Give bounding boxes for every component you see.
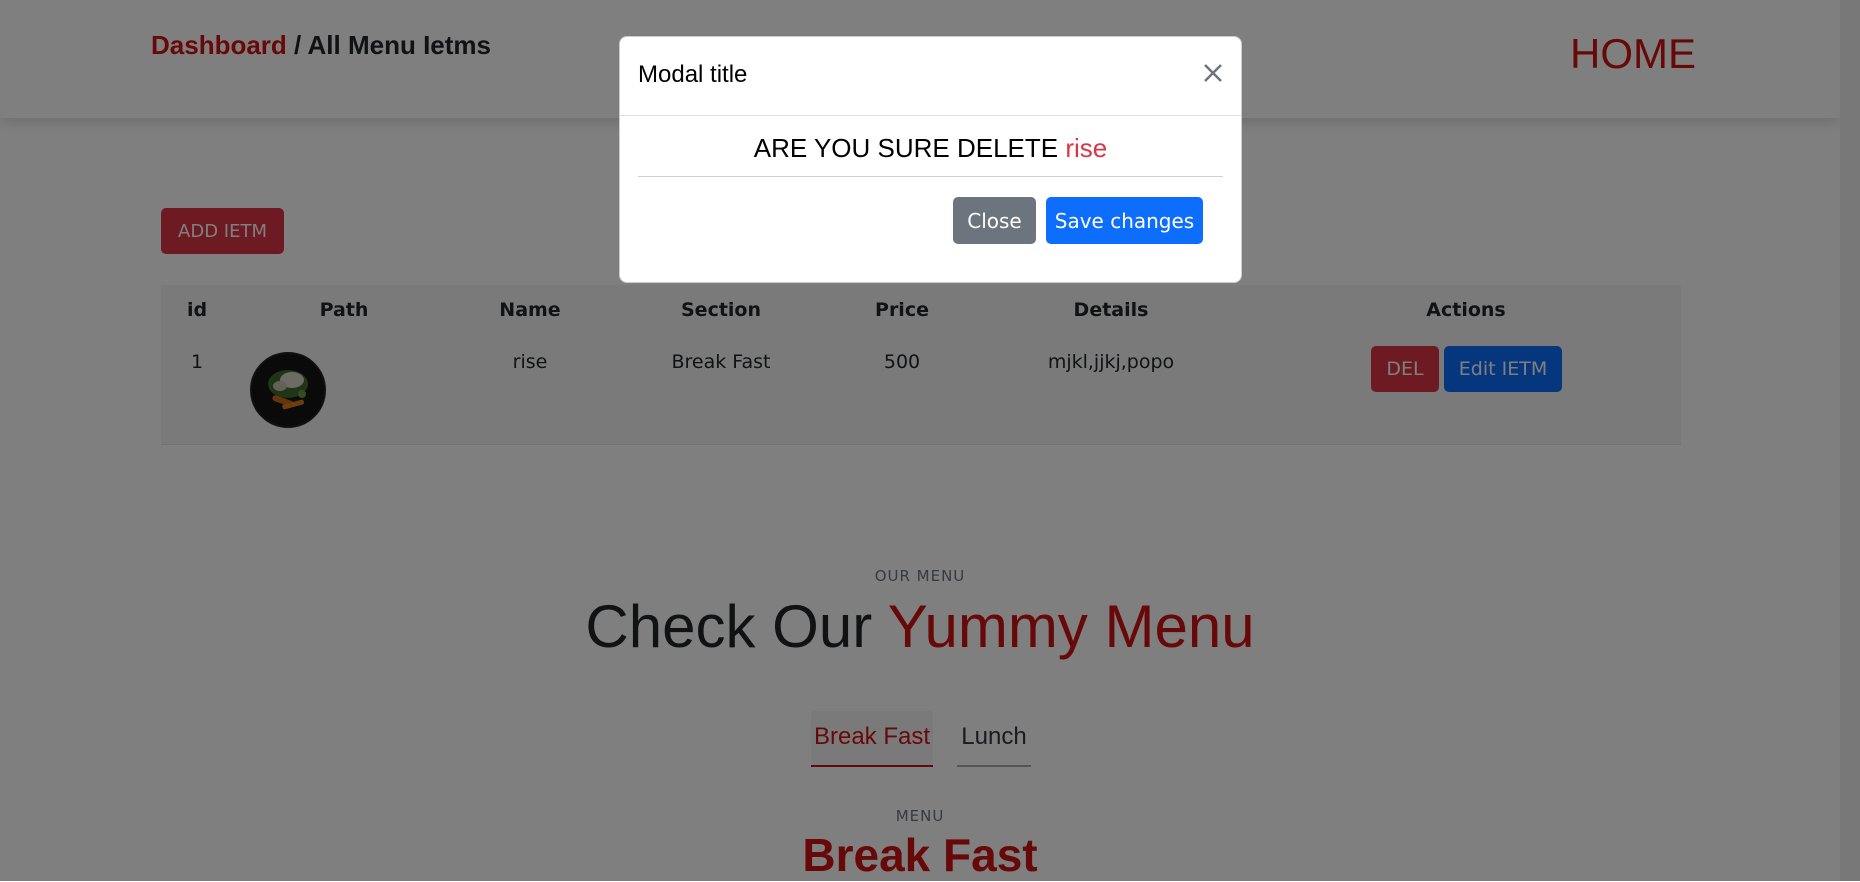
delete-confirm-modal: Modal title ARE YOU SURE DELETE rise Clo… bbox=[619, 36, 1242, 283]
save-changes-button[interactable]: Save changes bbox=[1046, 197, 1203, 244]
modal-divider bbox=[638, 176, 1223, 177]
delete-confirm-message: ARE YOU SURE DELETE rise bbox=[638, 133, 1223, 164]
close-icon[interactable] bbox=[1197, 57, 1229, 89]
close-button[interactable]: Close bbox=[953, 197, 1036, 244]
modal-title: Modal title bbox=[638, 61, 748, 88]
confirm-item-name: rise bbox=[1065, 133, 1108, 163]
confirm-prompt: ARE YOU SURE DELETE bbox=[753, 133, 1066, 163]
modal-header: Modal title bbox=[620, 37, 1241, 116]
